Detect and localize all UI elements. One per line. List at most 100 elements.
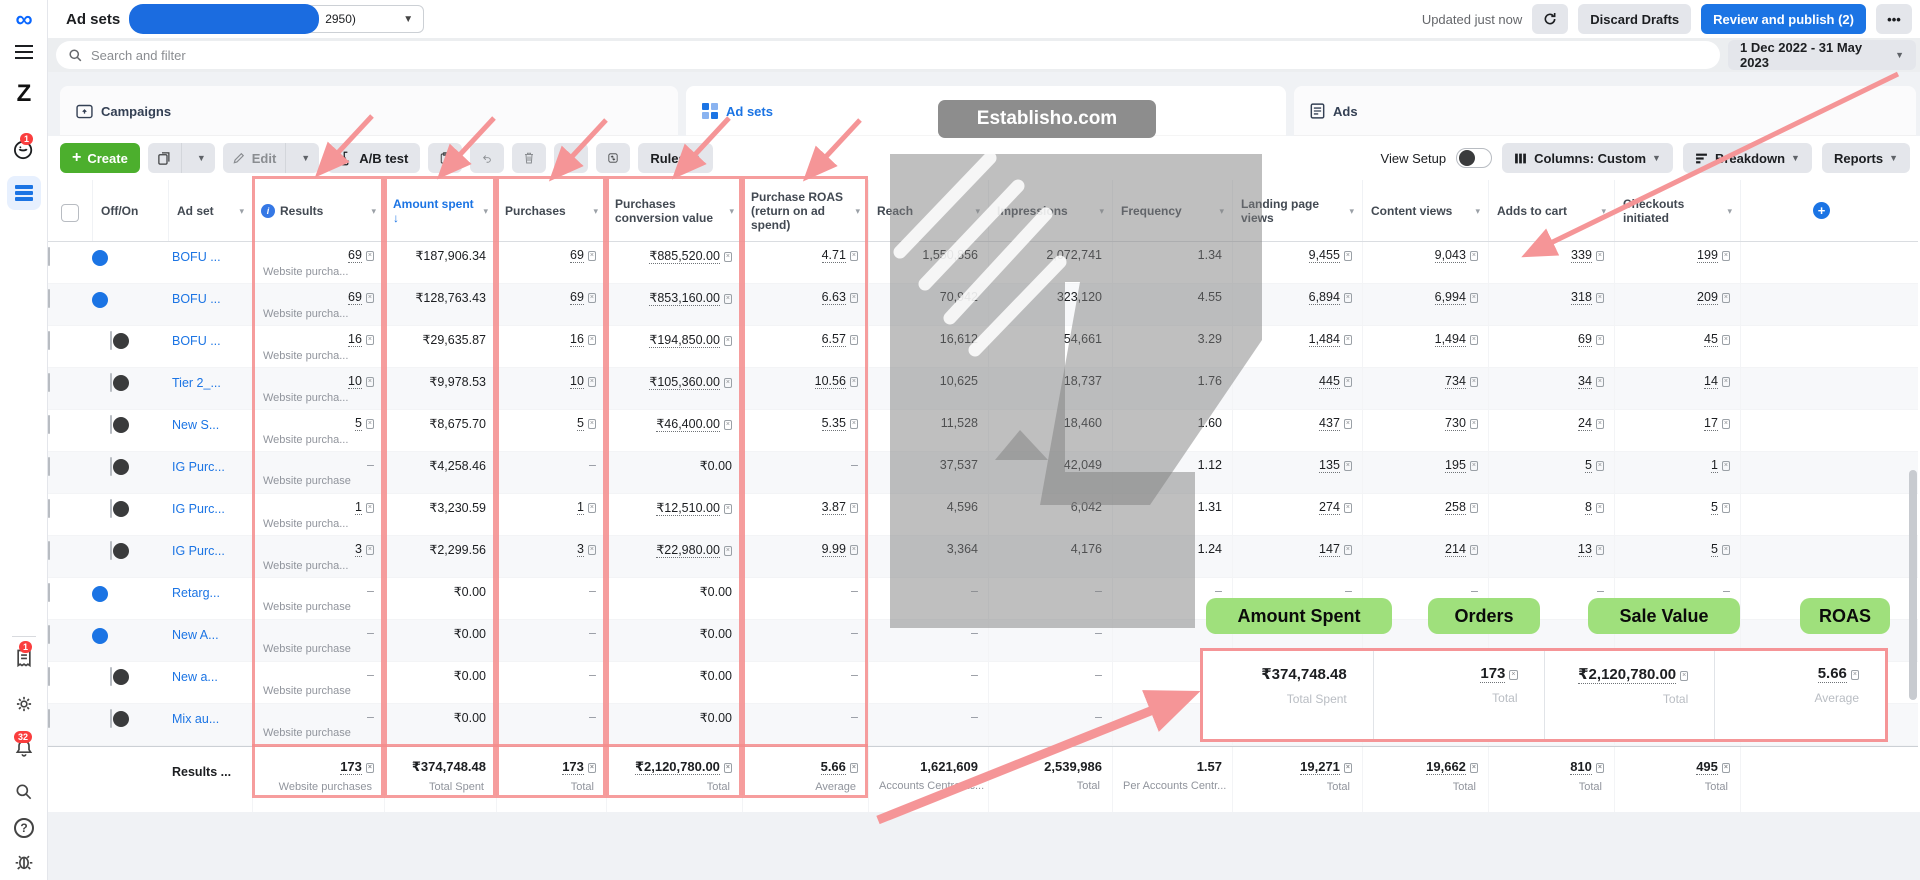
updated-status: Updated just now — [1422, 12, 1522, 27]
row-checkbox[interactable] — [48, 541, 50, 560]
left-sidebar: ∞ Z 1 1 32 — [0, 0, 48, 880]
column-label: Adds to cart — [1497, 204, 1567, 218]
grid-squares-icon — [702, 103, 718, 119]
adset-toggle[interactable] — [110, 499, 112, 518]
row-checkbox[interactable] — [48, 499, 50, 518]
columns-button[interactable]: Columns: Custom ▼ — [1502, 143, 1673, 173]
adset-toggle[interactable] — [110, 373, 112, 392]
adset-name-link[interactable]: IG Purc... — [168, 460, 225, 474]
reports-button[interactable]: Reports ▼ — [1822, 143, 1910, 173]
row-checkbox[interactable] — [48, 709, 50, 728]
column-header-onoff[interactable]: Off/On — [92, 180, 168, 241]
breakdown-button[interactable]: Breakdown ▼ — [1683, 143, 1812, 173]
edit-icon[interactable]: Edit — [223, 143, 286, 173]
account-selector[interactable]: 2950) ▼ — [134, 5, 424, 33]
column-label: Impressions — [997, 204, 1068, 218]
adset-name-link[interactable]: Retarg... — [168, 586, 220, 600]
sort-caret-icon: ▾ — [1215, 204, 1224, 218]
search-bar[interactable] — [56, 41, 1720, 69]
redacted-account-name — [129, 4, 319, 34]
adset-toggle[interactable] — [110, 667, 112, 686]
chevron-down-icon: ▼ — [1652, 153, 1661, 163]
meta-logo-icon[interactable]: ∞ — [0, 10, 48, 30]
ab-test-button[interactable]: A/B test — [327, 143, 420, 173]
adset-name-link[interactable]: New a... — [168, 670, 218, 684]
adset-name-link[interactable]: New S... — [168, 418, 219, 432]
row-checkbox[interactable] — [48, 247, 50, 266]
create-button[interactable]: + Create — [60, 143, 140, 173]
header-checkbox[interactable] — [48, 180, 92, 241]
column-header-reach[interactable]: Reach▾ — [868, 180, 988, 241]
row-checkbox[interactable] — [48, 457, 50, 476]
duplicate-icon[interactable] — [148, 143, 181, 173]
adset-toggle[interactable] — [110, 709, 112, 728]
row-checkbox[interactable] — [48, 331, 50, 350]
select-all-checkbox[interactable] — [61, 204, 79, 222]
delete-button[interactable] — [512, 143, 546, 173]
chevron-down-icon[interactable]: ▼ — [292, 143, 319, 173]
adset-name-link[interactable]: Mix au... — [168, 712, 219, 726]
adset-name-link[interactable]: IG Purc... — [168, 544, 225, 558]
column-label: Ad set — [177, 204, 214, 218]
cell-frequency: 1.12 — [1112, 452, 1232, 493]
column-header-impressions[interactable]: Impressions▾ — [988, 180, 1112, 241]
adset-toggle[interactable] — [110, 541, 112, 560]
discard-drafts-button[interactable]: Discard Drafts — [1578, 4, 1691, 34]
edit-split-button[interactable]: Edit ▼ — [223, 143, 319, 173]
column-header-frequency[interactable]: Frequency▾ — [1112, 180, 1232, 241]
ads-manager-icon[interactable]: 1 — [0, 140, 48, 160]
undo-button[interactable] — [470, 143, 504, 173]
row-checkbox[interactable] — [48, 373, 50, 392]
rules-button[interactable]: Rules ▼ — [638, 143, 712, 173]
duplicate-split-button[interactable]: ▼ — [148, 143, 215, 173]
column-header-ci[interactable]: Checkouts initiated▾ — [1614, 180, 1740, 241]
notifications-bell-icon[interactable]: 32 — [0, 738, 48, 758]
adset-name-link[interactable]: New A... — [168, 628, 219, 642]
refresh-button[interactable] — [1532, 4, 1568, 34]
add-column-icon[interactable]: + — [1813, 202, 1830, 219]
vertical-scrollbar[interactable] — [1909, 470, 1917, 700]
tab-campaigns[interactable]: Campaigns — [60, 86, 678, 136]
column-header-lpv[interactable]: Landing page views▾ — [1232, 180, 1362, 241]
column-header-cv[interactable]: Content views▾ — [1362, 180, 1488, 241]
adset-toggle[interactable] — [110, 415, 112, 434]
date-range-button[interactable]: 1 Dec 2022 - 31 May 2023 ▼ — [1728, 40, 1916, 70]
tab-ads[interactable]: Ads — [1294, 86, 1916, 136]
column-header-name[interactable]: Ad set▾ — [168, 180, 252, 241]
top-bar: Ad sets 2950) ▼ Updated just now Discard… — [48, 0, 1920, 38]
review-publish-button[interactable]: Review and publish (2) — [1701, 4, 1866, 34]
more-options-button[interactable]: ••• — [1876, 4, 1912, 34]
search-input[interactable] — [91, 48, 1578, 63]
adset-name-link[interactable]: BOFU ... — [168, 334, 221, 348]
adsets-table-icon[interactable] — [0, 176, 48, 210]
adset-name-link[interactable]: IG Purc... — [168, 502, 225, 516]
clipboard-button[interactable] — [428, 143, 462, 173]
cell-impressions: 6,042 — [988, 494, 1112, 535]
adset-name-link[interactable]: Tier 2_... — [168, 376, 221, 390]
assign-people-button[interactable] — [554, 143, 588, 173]
billing-icon[interactable]: 1 — [0, 648, 48, 668]
summary-orders: 173× Total — [1373, 651, 1544, 739]
row-checkbox[interactable] — [48, 289, 50, 308]
cell-frequency: 1.34 — [1112, 242, 1232, 283]
row-checkbox[interactable] — [48, 415, 50, 434]
bug-report-icon[interactable] — [0, 852, 48, 872]
column-header-atc[interactable]: Adds to cart▾ — [1488, 180, 1614, 241]
settings-gear-icon[interactable] — [0, 694, 48, 714]
view-setup-toggle[interactable] — [1456, 148, 1492, 168]
row-checkbox[interactable] — [48, 667, 50, 686]
export-pixel-button[interactable] — [596, 143, 630, 173]
adset-name-link[interactable]: BOFU ... — [168, 292, 221, 306]
adset-toggle[interactable] — [110, 331, 112, 350]
row-checkbox[interactable] — [48, 583, 50, 602]
search-sidebar-icon[interactable] — [0, 782, 48, 802]
help-icon[interactable]: ? — [0, 818, 48, 838]
row-checkbox[interactable] — [48, 625, 50, 644]
cell-ci: 17× — [1614, 410, 1740, 451]
chevron-down-icon[interactable]: ▼ — [188, 143, 215, 173]
adset-toggle[interactable] — [110, 457, 112, 476]
page-icon — [1310, 103, 1325, 119]
adset-name-link[interactable]: BOFU ... — [168, 250, 221, 264]
cell-cv: 6,994× — [1362, 284, 1488, 325]
menu-icon[interactable] — [0, 44, 48, 60]
